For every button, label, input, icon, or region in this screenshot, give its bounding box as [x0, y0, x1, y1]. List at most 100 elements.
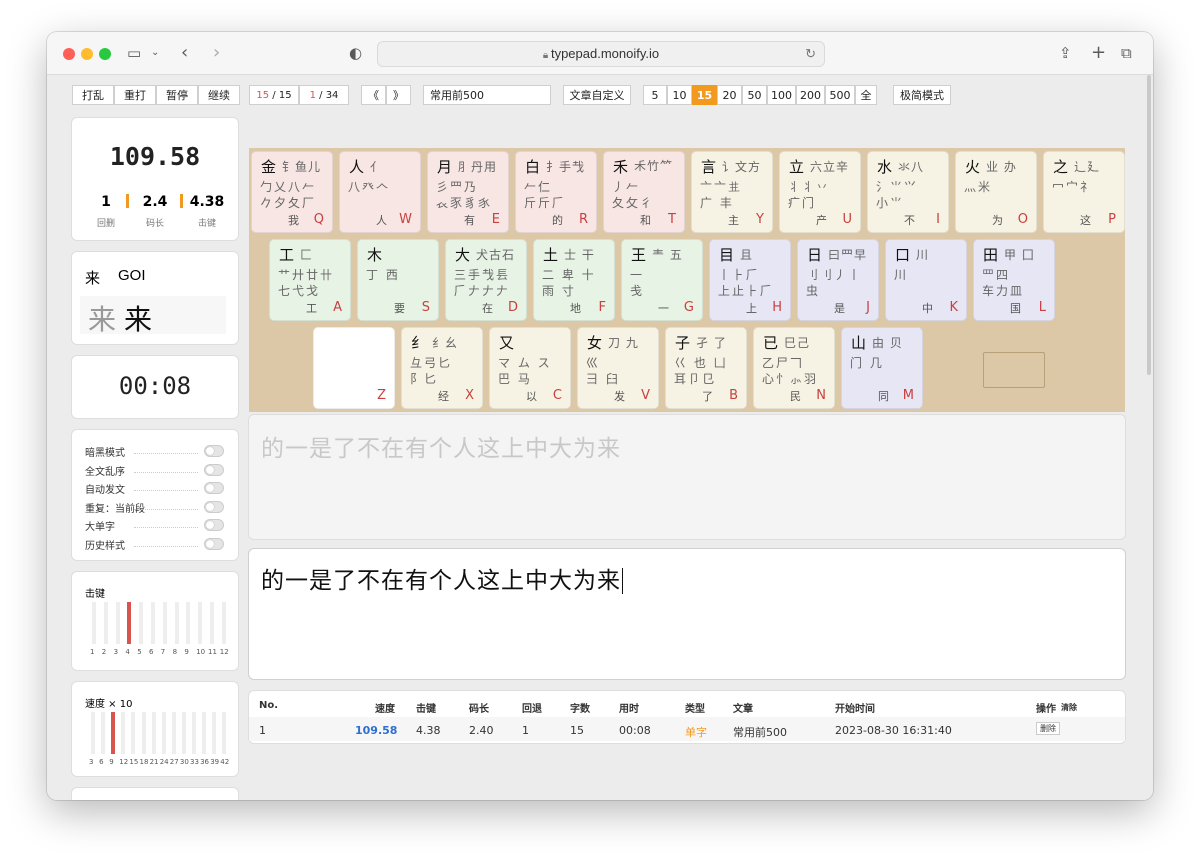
option-toggle[interactable] [204, 519, 224, 531]
segment-size-9-button[interactable]: 全 [855, 85, 877, 105]
option-toggle[interactable] [204, 537, 224, 550]
sidebar-toggle-icon[interactable]: ▭ [127, 43, 141, 63]
key-main-radical: 田 [983, 246, 999, 264]
scrollbar[interactable] [1147, 75, 1151, 375]
hint-char: 来 [85, 269, 101, 287]
key-radicals: 士 干 [564, 248, 595, 262]
key-radicals: 上止⺊𠂆 [718, 284, 775, 298]
key-g: 王龶 五一戋一 G [621, 239, 703, 321]
typed-text: 的一是了不在有个人这上中大为来 [261, 561, 623, 595]
privacy-shield-icon[interactable]: ◐ [349, 43, 362, 63]
clear-history-button[interactable]: 清除 [1061, 702, 1077, 713]
hint-code: GOI [118, 267, 146, 284]
option-toggle[interactable] [204, 482, 224, 494]
segment-size-7-button[interactable]: 200 [796, 85, 825, 105]
segment-size-1-button[interactable]: 5 [643, 85, 667, 105]
chart-bar [202, 712, 207, 754]
address-bar[interactable]: 🔒︎ typepad.monoify.io ↻ [377, 41, 825, 67]
share-icon[interactable]: ⇪ [1059, 43, 1072, 63]
delete-row-button[interactable]: 删除 [1036, 722, 1060, 735]
key-p: 之辶廴 冖宀礻这 P [1043, 151, 1125, 233]
key-radicals: 𧘇豕豸𧰨 [436, 196, 493, 210]
option-toggle[interactable] [204, 445, 224, 457]
back-icon[interactable]: ‹ [181, 43, 188, 63]
leader-dots [134, 527, 198, 528]
chart-bar [151, 602, 155, 644]
key-radicals: 匚 [300, 248, 314, 262]
chart-tick-label: 6 [99, 758, 104, 766]
chart-bar [186, 602, 191, 644]
forward-icon[interactable]: › [213, 43, 220, 63]
retype-button[interactable]: 重打 [114, 85, 156, 105]
key-char: 为 [992, 214, 1003, 227]
segment-size-3-button[interactable]: 15 [692, 85, 717, 105]
chart-tick-label: 36 [200, 758, 210, 766]
segment-size-8-button[interactable]: 500 [825, 85, 855, 105]
key-main-radical: 禾 [613, 158, 629, 176]
next-paragraph-button[interactable]: 》 [386, 85, 411, 105]
option-label: 全文乱序 [85, 466, 125, 478]
chart-tick-label: 7 [160, 648, 166, 656]
zoom-window-button[interactable] [99, 48, 111, 60]
code-length-label: 码长 [145, 219, 164, 229]
prev-paragraph-button[interactable]: 《 [361, 85, 386, 105]
speed-chart-title: 速度 × 10 [85, 699, 133, 710]
close-window-button[interactable] [63, 48, 75, 60]
key-main-radical: 已 [763, 334, 779, 352]
key-char: 地 [570, 302, 581, 315]
key-v: 女刀 九巛彐 臼发 V [577, 327, 659, 409]
typing-input[interactable]: 的一是了不在有个人这上中大为来 [249, 549, 1125, 679]
segment-size-2-button[interactable]: 10 [667, 85, 692, 105]
key-radicals: 夂攵彳 [612, 196, 655, 210]
hint-card: 来 GOI 来 来 [72, 252, 238, 344]
option-toggle[interactable] [204, 500, 224, 513]
key-letter: U [842, 212, 852, 227]
chart-tick-label: 18 [139, 758, 149, 766]
key-char: 以 [526, 390, 537, 403]
option-label: 暗黑模式 [85, 448, 125, 459]
key-d: 大犬古石 三手𢦏镸 𠂆𠂇𠂇𠂇 在 D [445, 239, 527, 321]
chart-tick-label: 3 [89, 758, 94, 766]
keystroke-value: 4.38 [189, 194, 225, 210]
new-tab-icon[interactable]: + [1091, 43, 1106, 63]
keyboard-map: 金钅鱼儿 勹乂八𠂉 𠂊夕夂厂我 Q 人亻八癶𠆢 人 W 月⺼丹用 彡⺫乃 𧘇豕豸𧰨 有 E 白扌手𢦏 𠂉仁… [249, 148, 1125, 412]
key-radicals: 六立辛 [810, 160, 850, 174]
key-main-radical: 工 [279, 246, 295, 264]
custom-article-button[interactable]: 文章自定义 [563, 85, 631, 105]
segment-size-4-button[interactable]: 20 [717, 85, 742, 105]
segment-size-5-button[interactable]: 50 [742, 85, 767, 105]
shuffle-button[interactable]: 打乱 [72, 85, 114, 105]
chart-tick-label: 2 [101, 648, 107, 656]
chevron-down-icon[interactable]: ⌄ [151, 43, 159, 63]
glyph-outline: 来 [88, 303, 117, 336]
chart-bar [161, 712, 166, 754]
key-radicals: 耳卩㔾 [674, 372, 717, 386]
key-b: 子孑 了巜 也 凵耳卩㔾了 B [665, 327, 747, 409]
pause-button[interactable]: 暂停 [156, 85, 198, 105]
minimize-window-button[interactable] [81, 48, 93, 60]
chart-tick-label: 27 [169, 758, 179, 766]
minimal-mode-button[interactable]: 极简模式 [893, 85, 951, 105]
key-radicals: マ ム ス [498, 356, 552, 370]
paragraph-counter: 15 / 15 [249, 85, 299, 105]
key-l: 田甲 囗罒四 车力皿国 L [973, 239, 1055, 321]
divider [180, 194, 183, 208]
chart-tick-label: 12 [219, 648, 229, 656]
resume-button[interactable]: 继续 [198, 85, 240, 105]
key-radicals: 丿𠂉 [612, 180, 641, 194]
key-u: 立六立辛 丬丬丷 疒门产 U [779, 151, 861, 233]
key-main-radical: 山 [851, 334, 867, 352]
key-char: 产 [816, 214, 827, 227]
page-current: 1 [309, 90, 316, 101]
key-q: 金钅鱼儿 勹乂八𠂉 𠂊夕夂厂我 Q [251, 151, 333, 233]
segment-size-6-button[interactable]: 100 [767, 85, 796, 105]
key-radicals: 犬古石 [476, 248, 516, 262]
option-toggle[interactable] [204, 463, 224, 476]
key-radicals: 讠文方 [722, 160, 762, 174]
reload-icon[interactable]: ↻ [805, 42, 816, 66]
leader-dots [134, 545, 198, 547]
stats-card: 109.58 1 2.4 4.38 回删 码长 击键 [72, 118, 238, 240]
article-select[interactable]: 常用前500 [423, 85, 551, 105]
tabs-overview-icon[interactable]: ⧉ [1121, 43, 1132, 63]
key-r: 白扌手𢦏 𠂉仁 斤斤𠂆 的 R [515, 151, 597, 233]
